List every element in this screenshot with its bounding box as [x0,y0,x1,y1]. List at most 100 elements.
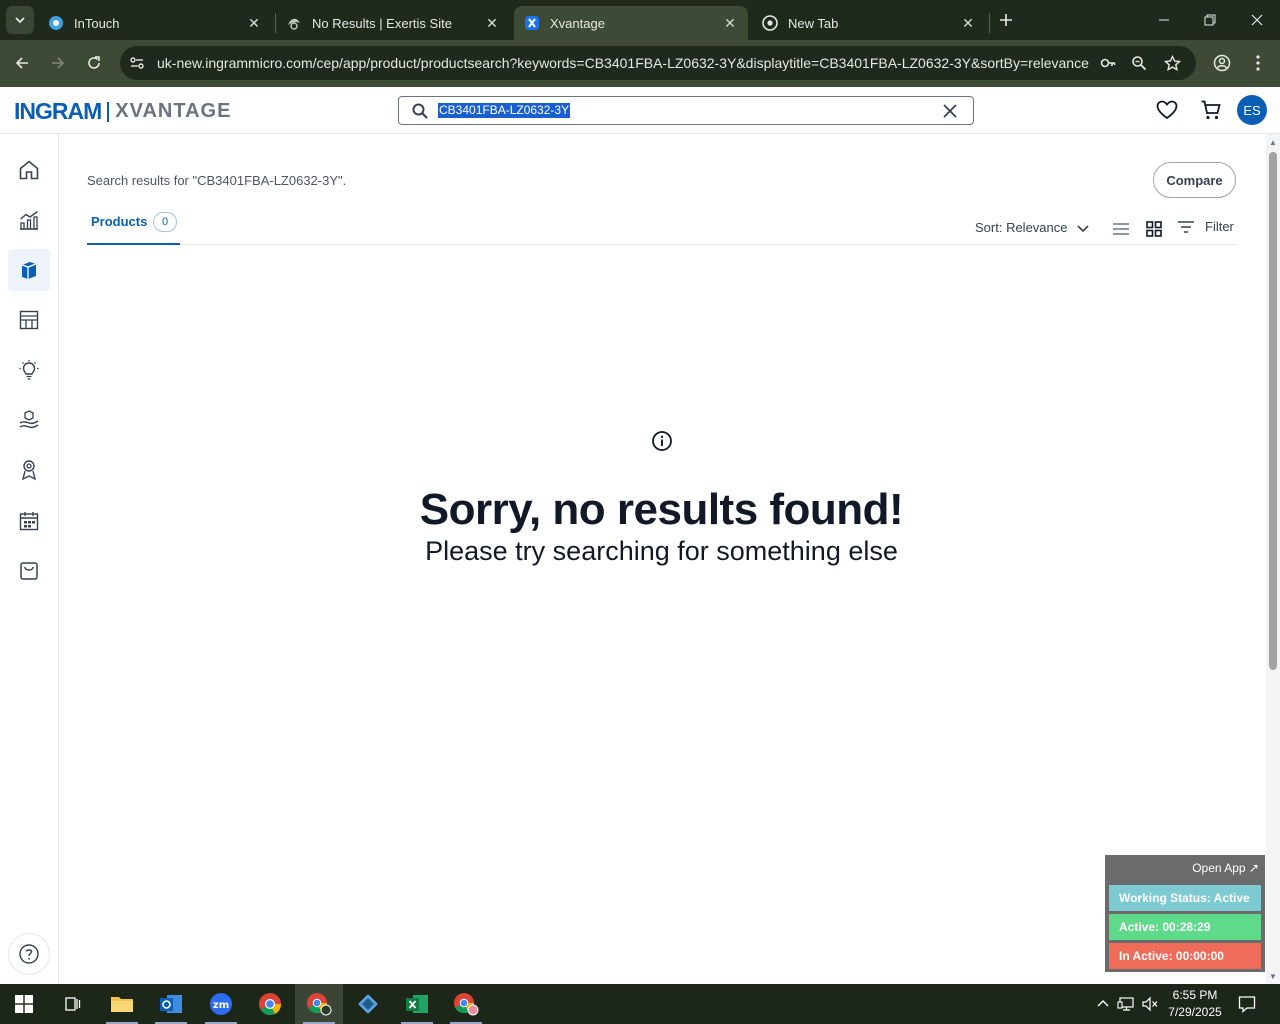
site-settings-icon[interactable] [128,54,146,72]
exertis-favicon-icon [288,18,300,30]
intouch-favicon-icon [49,16,63,30]
help-button[interactable] [8,933,50,975]
help-icon [19,944,39,964]
bookmark-star-icon[interactable] [1163,54,1181,72]
tray-overflow-icon[interactable] [1094,995,1112,1013]
taskbar-outlook[interactable] [147,984,195,1024]
taskbar-file-explorer[interactable] [98,984,146,1024]
sidebar-item-calendar[interactable] [8,500,50,542]
sidebar-item-support[interactable] [8,449,50,491]
scroll-up-icon[interactable]: ▲ [1268,137,1278,147]
scroll-thumb[interactable] [1269,152,1277,670]
taskbar-chrome[interactable] [246,984,294,1024]
browser-tab-newtab[interactable]: New Tab ✕ [752,6,986,40]
sidebar-item-products[interactable] [8,249,50,291]
sidebar-item-home[interactable] [8,149,50,191]
browser-toolbar: uk-new.ingrammicro.com/cep/app/product/p… [0,40,1280,87]
back-button[interactable] [9,50,35,76]
browser-tab-strip: InTouch ✕ No Results | Exertis Site ✕ Xv… [0,0,1280,40]
info-icon [651,431,672,451]
user-avatar[interactable]: ES [1237,95,1267,125]
sidebar-item-orders[interactable] [8,550,50,592]
network-icon[interactable] [1117,995,1135,1013]
logo-xvantage-text: XVANTAGE [115,100,232,122]
close-icon[interactable]: ✕ [722,15,738,31]
taskbar-excel[interactable] [393,984,441,1024]
cart-button[interactable] [1200,99,1222,121]
scroll-down-icon[interactable]: ▼ [1268,971,1278,981]
product-search-input[interactable]: CB3401FBA-LZ0632-3Y [398,96,974,125]
filter-button[interactable]: Filter [1177,219,1234,234]
grid-view-button[interactable] [1144,219,1164,239]
chrome-profile-icon [454,993,479,1016]
close-icon[interactable]: ✕ [484,15,500,31]
arrow-right-icon [52,57,65,69]
zoom-icon[interactable] [1130,54,1148,72]
task-view-button[interactable] [48,984,96,1024]
close-icon[interactable]: ✕ [246,15,262,31]
restore-icon [1204,14,1216,26]
password-key-icon[interactable] [1099,54,1117,72]
sort-dropdown[interactable]: Sort: Relevance [975,220,1090,235]
profile-button[interactable] [1209,50,1235,76]
profile-icon [1213,54,1231,72]
app-header: INGRAM XVANTAGE CB3401FBA-LZ0632-3Y ES [0,87,1280,134]
page-scrollbar[interactable]: ▲ ▼ [1266,134,1280,984]
list-view-button[interactable] [1111,219,1131,239]
sidebar-item-services[interactable] [8,399,50,441]
browser-tab-exertis[interactable]: No Results | Exertis Site ✕ [276,6,510,40]
search-value: CB3401FBA-LZ0632-3Y [438,103,571,118]
window-close-button[interactable] [1234,0,1280,40]
clear-search-icon[interactable] [941,102,959,120]
browser-menu-button[interactable] [1245,50,1271,76]
search-results-page: Search results for "CB3401FBA-LZ0632-3Y"… [59,134,1266,984]
taskbar-chrome-profile-2[interactable] [442,984,490,1024]
sidebar-item-store[interactable] [8,299,50,341]
filter-label: Filter [1205,219,1234,234]
wishlist-button[interactable] [1156,99,1178,121]
reload-button[interactable] [81,50,107,76]
new-tab-button[interactable] [994,8,1018,32]
system-clock[interactable]: 6:55 PM 7/29/2025 [1166,987,1224,1021]
chrome-favicon-icon [762,15,778,31]
address-bar[interactable]: uk-new.ingrammicro.com/cep/app/product/p… [120,46,1196,80]
close-icon[interactable]: ✕ [960,15,976,31]
start-button[interactable] [0,984,48,1024]
restore-button[interactable] [1187,0,1233,40]
svg-text:zm: zm [213,1000,229,1011]
sidebar-item-insights[interactable] [8,349,50,391]
logo-divider [107,101,110,122]
taskbar-zoom[interactable]: zm [197,984,245,1024]
outlook-icon [160,995,182,1013]
excel-icon [406,995,428,1013]
forward-button[interactable] [45,50,71,76]
chevron-down-icon [15,17,25,24]
browser-tab-intouch[interactable]: InTouch ✕ [38,6,272,40]
windows-taskbar: zm 6:55 PM 7/29/2025 [0,984,1280,1024]
taskbar-app[interactable] [344,984,392,1024]
sidebar-item-analytics[interactable] [8,199,50,241]
tab-products-label: Products [91,214,148,229]
compare-button[interactable]: Compare [1153,162,1236,198]
browser-tab-xvantage[interactable]: Xvantage ✕ [514,6,748,40]
close-icon [1251,14,1263,26]
taskbar-chrome-profile[interactable] [295,984,343,1024]
working-status: Working Status: Active [1109,885,1261,911]
notifications-icon[interactable] [1238,995,1256,1013]
tab-products[interactable]: Products 0 [87,206,180,245]
ingram-xvantage-logo[interactable]: INGRAM XVANTAGE [14,98,231,125]
grid-view-icon [1146,221,1162,237]
open-app-link[interactable]: Open App ↗ [1192,861,1259,875]
no-results-message: Sorry, no results found! Please try sear… [59,430,1264,567]
tab-search-button[interactable] [6,6,34,34]
zoom-app-icon: zm [210,993,232,1015]
volume-muted-icon[interactable] [1141,995,1159,1013]
more-vertical-icon [1256,55,1260,71]
shopping-bag-icon [20,562,38,580]
search-icon [412,103,428,119]
tab-title: No Results | Exertis Site [312,15,452,31]
chevron-down-icon [1076,224,1089,232]
products-count-badge: 0 [153,212,177,232]
minimize-button[interactable] [1141,0,1187,40]
products-icon [21,262,37,279]
